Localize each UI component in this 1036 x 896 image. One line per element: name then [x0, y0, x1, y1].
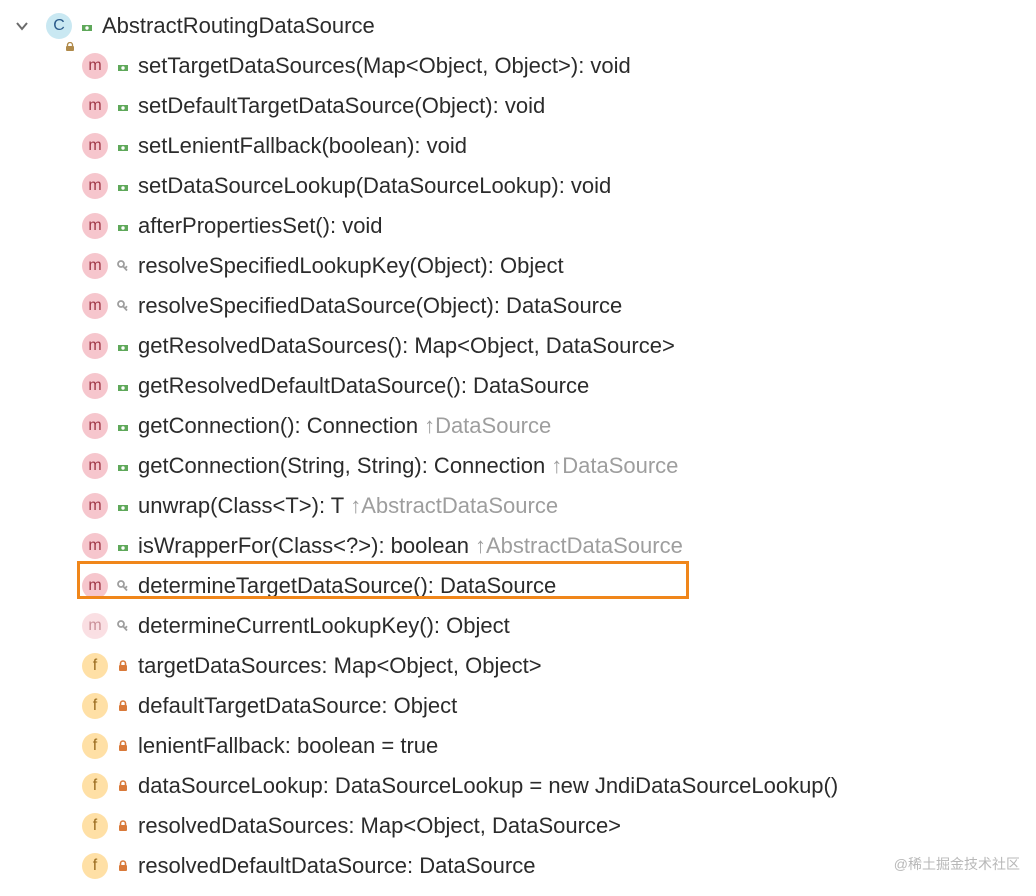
- method-icon: m: [82, 573, 108, 599]
- method-row[interactable]: m getResolvedDefaultDataSource(): DataSou…: [0, 366, 1036, 406]
- private-modifier-icon: [116, 819, 130, 833]
- method-row[interactable]: m getResolvedDataSources(): Map<Object, D…: [0, 326, 1036, 366]
- member-signature: getResolvedDefaultDataSource(): DataSour…: [138, 373, 589, 399]
- field-row[interactable]: f resolvedDataSources: Map<Object, DataSo…: [0, 806, 1036, 846]
- member-signature: setTargetDataSources(Map<Object, Object>…: [138, 53, 631, 79]
- member-signature: setDefaultTargetDataSource(Object): void: [138, 93, 545, 119]
- public-modifier-icon: [116, 499, 130, 513]
- up-arrow-icon: ↑: [551, 453, 562, 479]
- member-signature: setLenientFallback(boolean): void: [138, 133, 467, 159]
- private-modifier-icon: [116, 779, 130, 793]
- member-signature: resolveSpecifiedLookupKey(Object): Objec…: [138, 253, 564, 279]
- up-arrow-icon: ↑: [424, 413, 435, 439]
- class-icon: C: [46, 13, 72, 39]
- public-modifier-icon: [116, 219, 130, 233]
- class-name-label: AbstractRoutingDataSource: [102, 13, 375, 39]
- method-icon: m: [82, 293, 108, 319]
- method-icon: m: [82, 173, 108, 199]
- method-icon: m: [82, 253, 108, 279]
- field-row[interactable]: f dataSourceLookup: DataSourceLookup = ne…: [0, 766, 1036, 806]
- method-icon: m: [82, 133, 108, 159]
- method-icon: m: [82, 493, 108, 519]
- protected-modifier-icon: [116, 579, 130, 593]
- field-icon: f: [82, 773, 108, 799]
- method-row[interactable]: m setDefaultTargetDataSource(Object): voi…: [0, 86, 1036, 126]
- member-signature: resolveSpecifiedDataSource(Object): Data…: [138, 293, 622, 319]
- private-modifier-icon: [116, 659, 130, 673]
- method-icon: m: [82, 413, 108, 439]
- private-modifier-icon: [116, 699, 130, 713]
- up-arrow-icon: ↑: [350, 493, 361, 519]
- field-row[interactable]: f lenientFallback: boolean = true: [0, 726, 1036, 766]
- chevron-down-icon[interactable]: [14, 19, 30, 33]
- member-signature: determineTargetDataSource(): DataSource: [138, 573, 556, 599]
- field-icon: f: [82, 653, 108, 679]
- member-signature: resolvedDefaultDataSource: DataSource: [138, 853, 535, 879]
- protected-modifier-icon: [116, 259, 130, 273]
- method-row[interactable]: m determineTargetDataSource(): DataSource: [0, 566, 1036, 606]
- method-row[interactable]: m afterPropertiesSet(): void: [0, 206, 1036, 246]
- method-icon: m: [82, 373, 108, 399]
- protected-modifier-icon: [116, 619, 130, 633]
- member-signature: getResolvedDataSources(): Map<Object, Da…: [138, 333, 675, 359]
- field-icon: f: [82, 733, 108, 759]
- class-row[interactable]: C AbstractRoutingDataSource: [0, 6, 1036, 46]
- method-row[interactable]: m resolveSpecifiedDataSource(Object): Dat…: [0, 286, 1036, 326]
- member-signature: getConnection(String, String): Connectio…: [138, 453, 545, 479]
- field-row[interactable]: f defaultTargetDataSource: Object: [0, 686, 1036, 726]
- public-modifier-icon: [116, 459, 130, 473]
- inherited-from-label: AbstractDataSource: [486, 533, 683, 559]
- member-signature: targetDataSources: Map<Object, Object>: [138, 653, 542, 679]
- method-icon: m: [82, 53, 108, 79]
- member-signature: afterPropertiesSet(): void: [138, 213, 383, 239]
- method-row[interactable]: m resolveSpecifiedLookupKey(Object): Obje…: [0, 246, 1036, 286]
- member-signature: isWrapperFor(Class<?>): boolean: [138, 533, 469, 559]
- member-signature: determineCurrentLookupKey(): Object: [138, 613, 510, 639]
- field-icon: f: [82, 853, 108, 879]
- member-signature: dataSourceLookup: DataSourceLookup = new…: [138, 773, 838, 799]
- public-modifier-icon: [80, 19, 94, 33]
- public-modifier-icon: [116, 139, 130, 153]
- member-signature: getConnection(): Connection: [138, 413, 418, 439]
- private-modifier-icon: [116, 859, 130, 873]
- method-row[interactable]: m getConnection(): Connection↑DataSource: [0, 406, 1036, 446]
- private-modifier-icon: [116, 739, 130, 753]
- member-signature: resolvedDataSources: Map<Object, DataSou…: [138, 813, 621, 839]
- method-row[interactable]: m setTargetDataSources(Map<Object, Object…: [0, 46, 1036, 86]
- field-row[interactable]: f targetDataSources: Map<Object, Object>: [0, 646, 1036, 686]
- lock-overlay-icon: [65, 32, 75, 42]
- member-signature: setDataSourceLookup(DataSourceLookup): v…: [138, 173, 611, 199]
- public-modifier-icon: [116, 539, 130, 553]
- public-modifier-icon: [116, 99, 130, 113]
- method-row[interactable]: m setDataSourceLookup(DataSourceLookup): …: [0, 166, 1036, 206]
- field-row[interactable]: f resolvedDefaultDataSource: DataSource: [0, 846, 1036, 886]
- public-modifier-icon: [116, 419, 130, 433]
- member-signature: unwrap(Class<T>): T: [138, 493, 344, 519]
- member-signature: defaultTargetDataSource: Object: [138, 693, 457, 719]
- method-row[interactable]: m setLenientFallback(boolean): void: [0, 126, 1036, 166]
- public-modifier-icon: [116, 339, 130, 353]
- member-signature: lenientFallback: boolean = true: [138, 733, 438, 759]
- method-row[interactable]: m determineCurrentLookupKey(): Object: [0, 606, 1036, 646]
- method-icon: m: [82, 533, 108, 559]
- protected-modifier-icon: [116, 299, 130, 313]
- up-arrow-icon: ↑: [475, 533, 486, 559]
- public-modifier-icon: [116, 379, 130, 393]
- inherited-from-label: DataSource: [562, 453, 678, 479]
- watermark-text: @稀土掘金技术社区: [894, 854, 1020, 874]
- method-row[interactable]: m isWrapperFor(Class<?>): boolean↑Abstrac…: [0, 526, 1036, 566]
- method-icon: m: [82, 453, 108, 479]
- method-icon: m: [82, 93, 108, 119]
- method-icon: m: [82, 613, 108, 639]
- inherited-from-label: AbstractDataSource: [361, 493, 558, 519]
- inherited-from-label: DataSource: [435, 413, 551, 439]
- field-icon: f: [82, 693, 108, 719]
- method-row[interactable]: m unwrap(Class<T>): T↑AbstractDataSource: [0, 486, 1036, 526]
- public-modifier-icon: [116, 179, 130, 193]
- method-icon: m: [82, 213, 108, 239]
- method-row[interactable]: m getConnection(String, String): Connecti…: [0, 446, 1036, 486]
- field-icon: f: [82, 813, 108, 839]
- public-modifier-icon: [116, 59, 130, 73]
- method-icon: m: [82, 333, 108, 359]
